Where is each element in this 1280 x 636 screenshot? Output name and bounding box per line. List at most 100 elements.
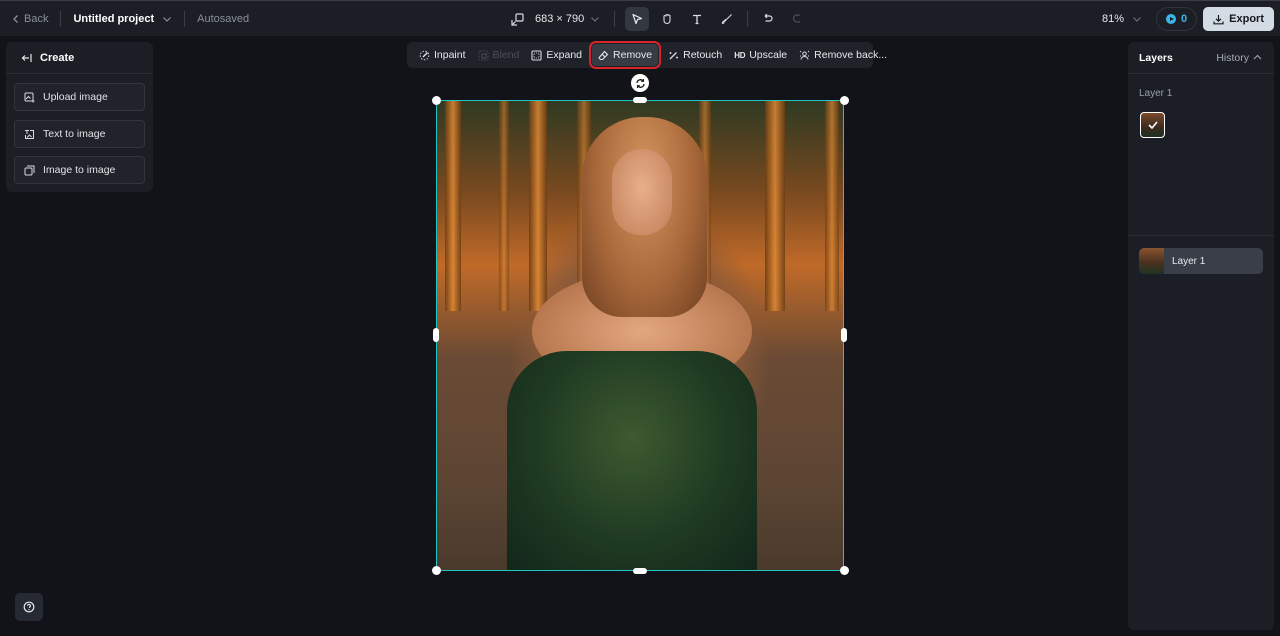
checkmark-icon (1147, 121, 1158, 129)
resize-handle-bottom-right[interactable] (840, 566, 849, 575)
history-thumbnail[interactable] (1140, 112, 1165, 138)
chevron-down-icon (591, 17, 600, 22)
image-to-image-label: Image to image (43, 164, 116, 176)
chevron-down-icon (1133, 17, 1141, 22)
pointer-icon (632, 13, 643, 25)
resize-handle-bottom[interactable] (633, 568, 647, 574)
remove-button[interactable]: Remove (589, 41, 662, 69)
text-icon (693, 14, 702, 25)
blend-button[interactable]: Blend (472, 44, 526, 66)
credits-count: 0 (1181, 13, 1188, 25)
divider (747, 11, 749, 27)
top-bar-right: 81% 0 Export (1102, 1, 1274, 37)
history-toggle[interactable]: History (1216, 52, 1262, 64)
resize-canvas-button[interactable] (505, 7, 529, 31)
layers-panel: Layers History Layer 1 Layer 1 (1128, 42, 1274, 630)
selected-image-layer[interactable] (436, 100, 844, 571)
select-tool-button[interactable] (625, 7, 650, 31)
remove-background-button[interactable]: Remove back... (793, 44, 893, 66)
export-button[interactable]: Export (1203, 7, 1274, 31)
hand-tool-button[interactable] (655, 7, 679, 31)
divider (184, 11, 186, 27)
divider (1128, 235, 1274, 236)
blend-label: Blend (492, 49, 520, 61)
upscale-button[interactable]: HD Upscale (728, 44, 793, 66)
chevron-up-icon (1253, 54, 1262, 60)
eraser-icon (598, 50, 609, 60)
credits-badge[interactable]: 0 (1156, 7, 1198, 31)
remove-background-icon (799, 50, 810, 60)
export-label: Export (1229, 13, 1264, 25)
project-title-dropdown[interactable]: Untitled project (73, 13, 172, 25)
create-panel-collapse-button[interactable]: Create (6, 42, 153, 74)
back-button[interactable]: Back (12, 13, 48, 25)
inpaint-label: Inpaint (434, 49, 466, 61)
layer-name: Layer 1 (1172, 255, 1206, 267)
top-bar: Back Untitled project Autosaved 683 × 79… (0, 0, 1280, 36)
divider (60, 11, 62, 27)
resize-handle-top[interactable] (633, 97, 647, 103)
undo-button[interactable] (756, 7, 780, 31)
chevron-left-icon (13, 15, 18, 23)
resize-handle-top-left[interactable] (432, 96, 441, 105)
image-to-image-button[interactable]: Image to image (14, 156, 145, 184)
text-to-image-label: Text to image (43, 128, 106, 140)
upscale-label: Upscale (749, 49, 788, 61)
layers-title: Layers (1139, 51, 1173, 64)
rotate-icon (635, 78, 645, 88)
help-button[interactable] (15, 593, 43, 621)
canvas-size-value: 683 × 790 (535, 13, 585, 25)
resize-handle-top-right[interactable] (840, 96, 849, 105)
layer-thumbnail (1139, 248, 1164, 274)
brush-tool-button[interactable] (715, 7, 739, 31)
portrait-photo (437, 101, 843, 570)
magic-wand-icon (669, 51, 679, 59)
autosave-status: Autosaved (197, 13, 250, 25)
rotate-handle[interactable] (631, 74, 649, 92)
history-label: History (1216, 51, 1249, 64)
retouch-button[interactable]: Retouch (662, 44, 728, 66)
expand-label: Expand (546, 49, 583, 61)
brush-icon (722, 14, 733, 25)
upload-image-button[interactable]: Upload image (14, 83, 145, 111)
layers-panel-header: Layers History (1128, 42, 1274, 74)
resize-icon (510, 12, 524, 26)
help-icon (23, 601, 35, 613)
redo-button[interactable] (786, 7, 810, 31)
edit-toolbar: Inpaint Blend Expand Remove Retouch HD U… (407, 41, 887, 69)
credits-icon (1166, 14, 1177, 24)
retouch-label: Retouch (683, 49, 723, 61)
resize-handle-left[interactable] (433, 328, 439, 342)
text-to-image-button[interactable]: Text to image (14, 120, 145, 148)
blend-icon (478, 50, 489, 60)
redo-icon (793, 14, 801, 23)
inpaint-icon (419, 50, 430, 60)
history-group-label: Layer 1 (1139, 88, 1173, 99)
chevron-down-icon (163, 17, 172, 22)
canvas-size-dropdown[interactable]: 683 × 790 (535, 13, 600, 25)
back-label: Back (24, 13, 49, 25)
expand-icon (531, 49, 542, 61)
layer-item[interactable]: Layer 1 (1139, 248, 1263, 274)
upload-image-label: Upload image (43, 91, 108, 103)
remove-label: Remove (613, 49, 653, 61)
resize-handle-right[interactable] (841, 328, 847, 342)
inpaint-button[interactable]: Inpaint (413, 44, 472, 66)
create-panel: Create Upload image Text to image Image … (6, 42, 153, 192)
zoom-level-dropdown[interactable]: 81% (1102, 13, 1142, 25)
top-bar-left: Back Untitled project Autosaved (12, 1, 249, 37)
download-icon (1213, 14, 1224, 24)
text-tool-button[interactable] (685, 7, 709, 31)
hand-icon (663, 13, 671, 25)
resize-handle-bottom-left[interactable] (432, 566, 441, 575)
project-title: Untitled project (73, 13, 155, 25)
divider (614, 11, 616, 27)
create-panel-title: Create (40, 51, 75, 64)
expand-button[interactable]: Expand (525, 44, 588, 66)
collapse-left-icon (21, 53, 32, 62)
remove-background-label: Remove back... (814, 49, 888, 61)
text-to-image-icon (25, 129, 34, 139)
zoom-level-value: 81% (1102, 13, 1125, 25)
hd-icon: HD (734, 50, 746, 60)
image-to-image-icon (24, 165, 35, 175)
